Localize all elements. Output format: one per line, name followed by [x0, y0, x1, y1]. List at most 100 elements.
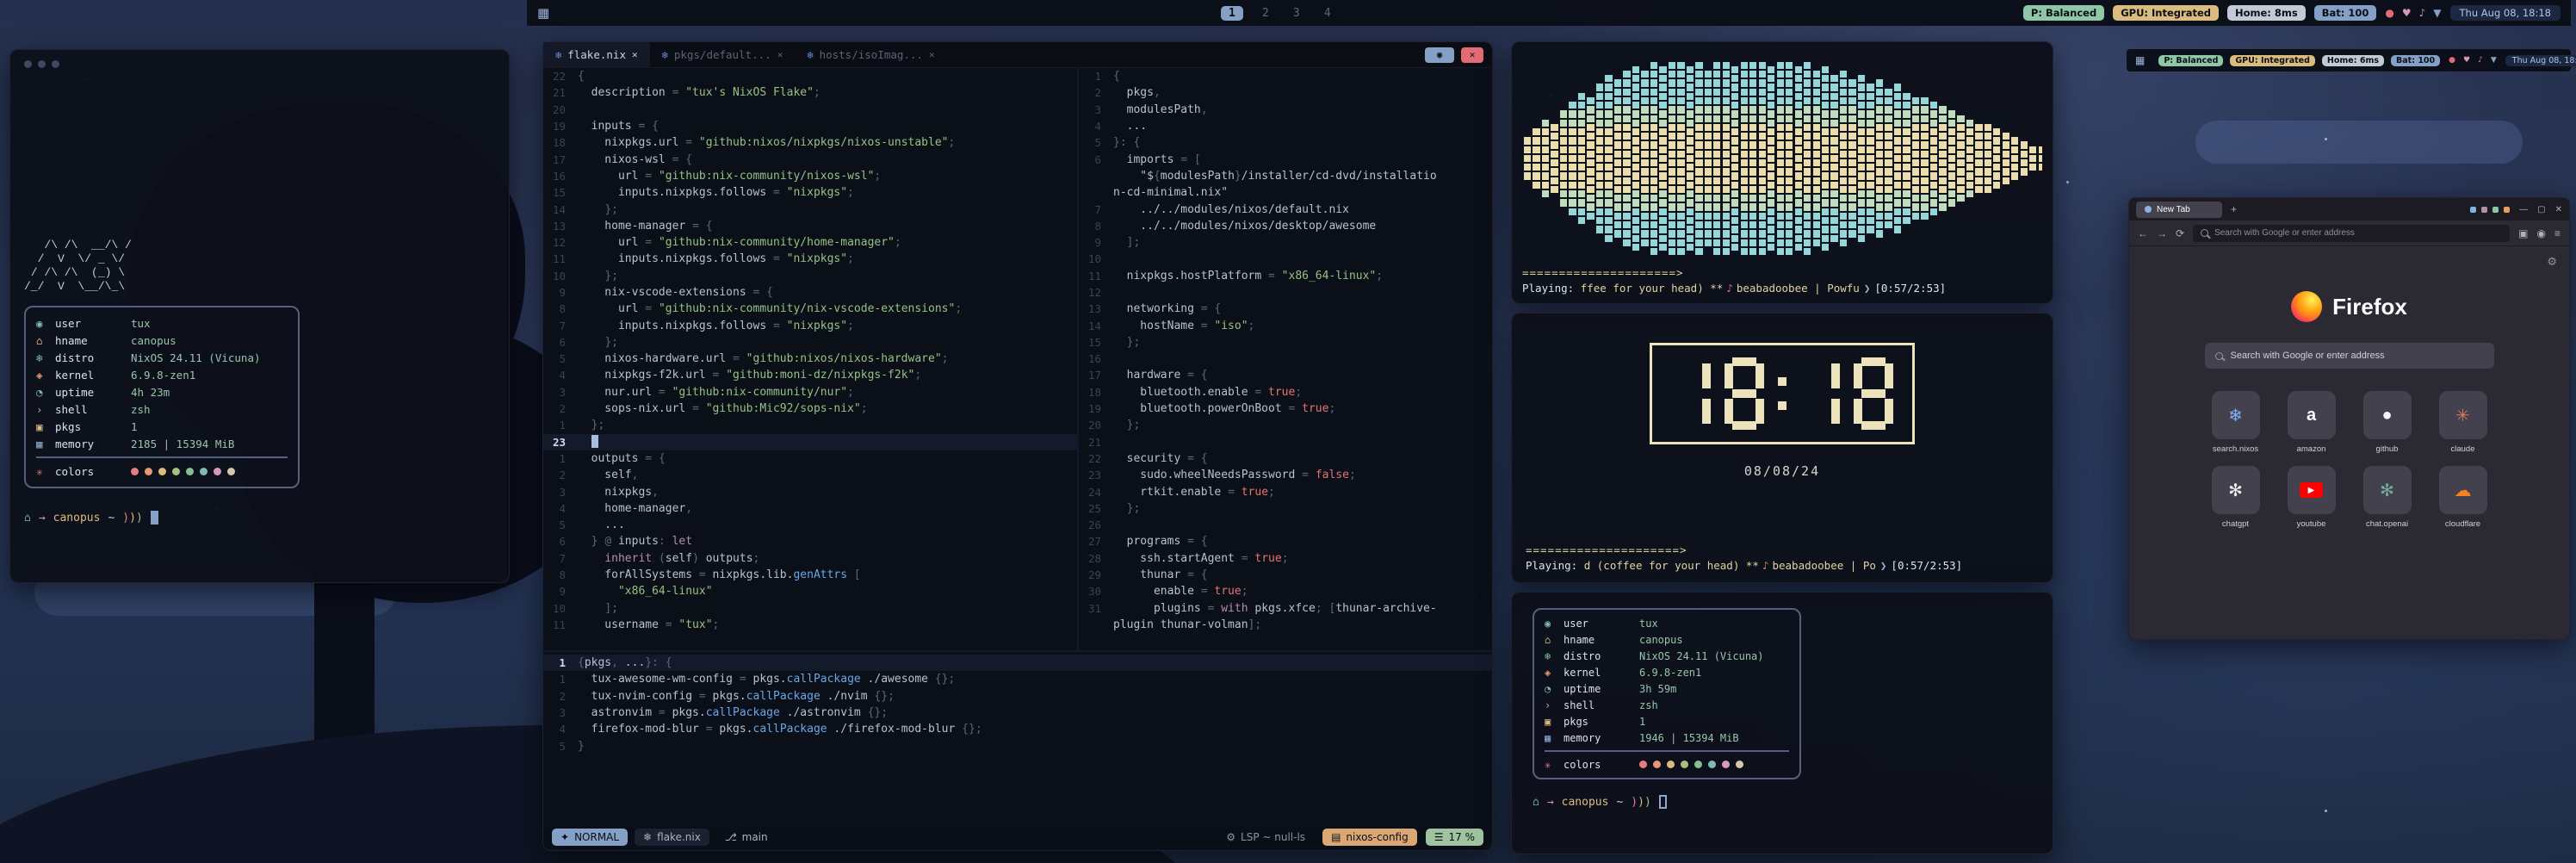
shortcut-tile-github[interactable]: ● github — [2363, 391, 2412, 454]
line-number: 16 — [543, 170, 578, 183]
minimize-button[interactable]: — — [2519, 205, 2528, 214]
shortcut-label: github — [2376, 444, 2399, 454]
extension-icon[interactable] — [2481, 207, 2487, 213]
color-dot — [1681, 761, 1688, 768]
editor-tab-pkgs-default-[interactable]: ❄pkgs/default...✕ — [650, 42, 796, 68]
tab-close-icon[interactable]: ✕ — [777, 49, 783, 60]
cava-bar — [1650, 51, 1657, 266]
menu-button[interactable]: ≡ — [2554, 227, 2561, 239]
heart-icon[interactable]: ♥ — [2463, 56, 2470, 65]
record-icon[interactable]: ● — [2449, 56, 2455, 65]
maximize-button[interactable]: ▢ — [2537, 205, 2545, 214]
code-line: 25 }; — [1079, 500, 1492, 517]
cava-bar — [1885, 51, 1892, 266]
search-input[interactable]: Search with Google or enter address — [2205, 343, 2494, 369]
toggle-view-button[interactable]: ◉ — [1425, 47, 1454, 63]
workspace-button-4[interactable]: 4 — [1319, 7, 1336, 20]
shell-prompt[interactable]: ⌂→canopus~))) — [24, 511, 495, 525]
back-button[interactable]: ← — [2138, 227, 2148, 239]
app-launcher-icon[interactable]: ▦ — [2135, 54, 2145, 66]
shortcut-tile-youtube[interactable]: ▶youtube — [2288, 466, 2336, 529]
line-number: 23 — [543, 436, 578, 449]
extension-icon[interactable] — [2492, 207, 2499, 213]
terminal-window-fastfetch-2[interactable]: ◉usertux⌂hnamecanopus❄distroNixOS 24.11 … — [1511, 592, 2053, 854]
url-bar[interactable]: Search with Google or enter address — [2193, 225, 2510, 242]
prompt-host: canopus — [1562, 796, 1609, 809]
reload-button[interactable]: ⟳ — [2176, 227, 2184, 239]
editor-tab-flake-nix[interactable]: ❄flake.nix✕ — [543, 42, 650, 68]
fetch-row: ›shellzsh — [36, 400, 288, 418]
clock-widget[interactable]: Thu Aug 08, 18:18 — [2505, 55, 2576, 66]
personalize-gear-icon[interactable]: ⚙ — [2547, 255, 2557, 269]
cava-bar — [1533, 51, 1539, 266]
workspace-button-3[interactable]: 3 — [1288, 7, 1305, 20]
editor-pane-pkgs[interactable]: 1{pkgs, ...}: {1 tux-awesome-wm-config =… — [543, 652, 1492, 824]
tab-close-icon[interactable]: ✕ — [929, 49, 935, 60]
profile-button[interactable]: ◉ — [2537, 227, 2546, 239]
shortcut-tile-cloudflare[interactable]: ☁cloudflare — [2439, 466, 2487, 529]
close-button[interactable]: ✕ — [2555, 205, 2562, 214]
fetch-row: ▦memory1946 | 15394 MiB — [1545, 730, 1789, 746]
shortcut-tile-search-nixos[interactable]: ❄search.nixos — [2212, 391, 2260, 454]
shell-prompt[interactable]: ⌂→canopus~))) — [1533, 795, 2032, 809]
code-line: 21 description = "tux's NixOS Flake"; — [543, 84, 1077, 101]
clock-colon — [1778, 377, 1786, 410]
cava-bar — [1876, 51, 1883, 266]
workspace-button-1[interactable]: 1 — [1221, 6, 1243, 21]
window-dot[interactable] — [38, 60, 46, 68]
clock-widget[interactable]: Thu Aug 08, 18:18 — [2450, 5, 2561, 21]
extension-icon[interactable] — [2504, 207, 2510, 213]
cava-bar — [1830, 51, 1837, 266]
color-swatches — [131, 468, 235, 475]
neovim-window[interactable]: ❄flake.nix✕❄pkgs/default...✕❄hosts/isoIm… — [542, 41, 1493, 851]
fetch-value: 1946 | 15394 MiB — [1639, 732, 1739, 744]
cava-bar — [2011, 51, 2018, 266]
editor-tab-hosts-isoImag-[interactable]: ❄hosts/isoImag...✕ — [795, 42, 946, 68]
color-dot — [172, 468, 180, 475]
line-number: 4 — [1079, 120, 1113, 133]
network-icon[interactable]: ▼ — [2491, 56, 2497, 65]
shortcut-tile-claude[interactable]: ✳claude — [2439, 391, 2487, 454]
extensions-button[interactable]: ▣ — [2518, 227, 2528, 239]
workspace-button-2[interactable]: 2 — [1257, 7, 1274, 20]
cava-bar — [1741, 51, 1748, 266]
cava-bar — [1677, 51, 1684, 266]
segment-icon: ✦ — [560, 831, 569, 843]
shortcut-icon: ● — [2363, 391, 2412, 439]
record-icon[interactable]: ● — [2385, 7, 2393, 19]
color-dot — [214, 468, 221, 475]
fetch-row: ›shellzsh — [1545, 697, 1789, 713]
music-icon[interactable]: ♪ — [2419, 7, 2426, 19]
extension-icon[interactable] — [2470, 207, 2476, 213]
app-launcher-icon[interactable]: ▦ — [537, 5, 549, 21]
heart-icon[interactable]: ♥ — [2402, 7, 2412, 19]
music-icon[interactable]: ♪ — [2478, 56, 2483, 65]
firefox-window[interactable]: New Tab + — ▢ ✕ ← → ⟳ Search with Google… — [2128, 197, 2570, 640]
window-buttons[interactable] — [24, 60, 495, 68]
editor-pane-iso[interactable]: 1{2 pkgs,3 modulesPath,4 ...5}: {6 impor… — [1079, 68, 1492, 650]
window-dot[interactable] — [52, 60, 59, 68]
search-icon — [2215, 352, 2223, 360]
editor-pane-flake[interactable]: 22{21 description = "tux's NixOS Flake";… — [543, 68, 1077, 650]
shortcut-label: cloudflare — [2445, 519, 2480, 529]
shortcut-tile-amazon[interactable]: aamazon — [2288, 391, 2336, 454]
color-dot — [227, 468, 235, 475]
cava-visualizer-window[interactable]: =====================> Playing: ffee for… — [1511, 41, 2053, 304]
terminal-window-fastfetch[interactable]: /\ /\ __/\ / / V \/ _ \/ / /\ /\ (_) \ /… — [9, 49, 510, 583]
window-dot[interactable] — [24, 60, 32, 68]
shortcut-tile-chatgpt[interactable]: ✻chatgpt — [2212, 466, 2260, 529]
browser-tab[interactable]: New Tab — [2136, 202, 2222, 218]
clock-window[interactable]: 08/08/24 =====================> Playing:… — [1511, 313, 2053, 583]
forward-button[interactable]: → — [2157, 227, 2167, 239]
close-window-button[interactable]: ✕ — [1461, 47, 1483, 63]
fetch-value: 3h 59m — [1639, 683, 1676, 695]
tab-label: hosts/isoImag... — [820, 48, 923, 61]
network-icon[interactable]: ▼ — [2433, 7, 2441, 19]
new-tab-button[interactable]: + — [2231, 203, 2237, 215]
shortcut-tile-chat-openai[interactable]: ✻chat.openai — [2363, 466, 2412, 529]
fetch-label: uptime — [55, 386, 131, 399]
cava-bar — [1723, 51, 1730, 266]
tab-close-icon[interactable]: ✕ — [632, 49, 638, 60]
code-line: 8 ../../modules/nixos/desktop/awesome — [1079, 218, 1492, 234]
line-number: 31 — [1079, 602, 1113, 615]
